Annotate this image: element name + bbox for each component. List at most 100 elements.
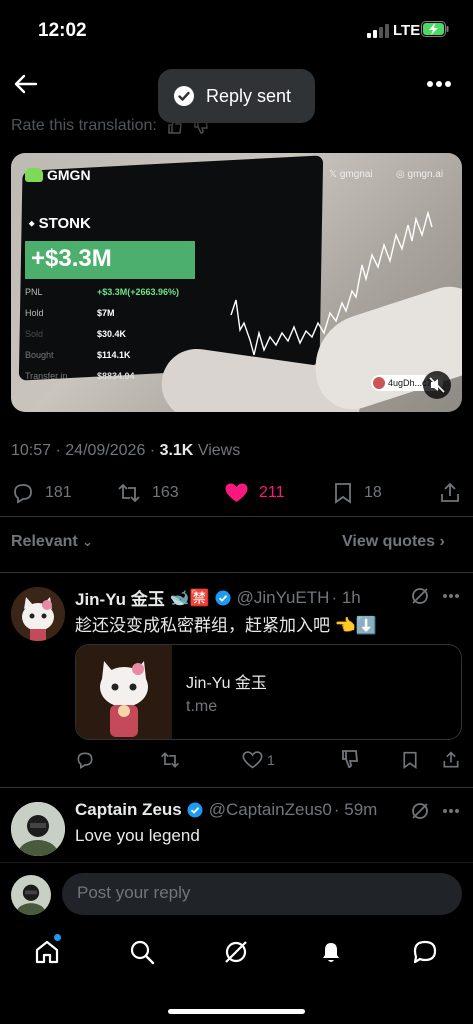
signal-icon [367,24,389,38]
stat-key: Bought [25,350,54,360]
divider [0,516,473,517]
author-name: Jin-Yu 金玉 [75,590,165,609]
status-bar: 12:02 LTE [0,0,473,60]
grok-icon[interactable] [410,586,430,606]
reply-sent-toast: Reply sent [158,69,315,123]
link-title: Jin-Yu 金玉 [186,675,267,692]
check-circle-icon [174,86,194,106]
repost-button[interactable]: 163 [116,478,179,508]
stat-row: PNL +$3.3M(+2663.96%) [25,287,179,308]
x-handle: 𝕏 gmgnai [329,169,373,180]
share-button[interactable] [438,478,472,508]
frog-icon [25,168,43,182]
reply-button[interactable]: 181 [11,478,72,508]
network-label: LTE [393,22,421,39]
like-button[interactable]: 211 [224,478,285,508]
notification-dot [54,934,61,941]
search-icon[interactable] [128,938,156,966]
views-button[interactable] [341,750,361,770]
views-count: 3.1K [159,442,194,459]
stat-value: +$3.3M(+2663.96%) [97,287,180,297]
reply-text: 趁还没变成私密群组，赶紧加入吧 👈⬇️ [75,616,378,635]
pnl-card: GMGN 𝕏 gmgnai ◎ gmgn.ai ⬩ STONK +$3.3M P… [11,153,462,412]
stat-key: Transfer in [25,371,68,381]
like-button[interactable]: 1 [242,750,275,770]
share-icon [443,751,459,768]
more-options-icon[interactable] [442,593,460,599]
grok-icon[interactable] [222,938,250,966]
my-avatar[interactable] [11,875,51,915]
repost-icon [118,483,140,503]
reply-composer: Post your reply [0,862,473,922]
site-link: ◎ gmgn.ai [396,169,444,180]
view-quotes-label: View quotes [342,533,436,550]
messages-icon[interactable] [411,938,439,966]
share-button[interactable] [441,750,461,770]
zeus-avatar-image [11,802,65,856]
sort-label: Relevant [11,533,78,550]
price-chart [230,210,433,356]
stat-value: $7M [97,308,115,318]
reply-time: 59m [344,800,378,819]
battery-charging-icon [421,21,449,37]
cat-avatar-image [11,587,65,641]
verified-badge-icon [215,590,231,605]
like-count: 211 [259,484,285,501]
repost-icon [161,752,179,768]
repost-count: 163 [152,484,179,501]
author-handle: @CaptainZeus0 [208,800,332,819]
post-media[interactable]: GMGN 𝕏 gmgnai ◎ gmgn.ai ⬩ STONK +$3.3M P… [11,153,462,412]
home-icon[interactable] [33,938,61,966]
stat-key: Sold [25,329,44,339]
author-name: Captain Zeus [75,800,182,819]
avatar[interactable] [11,802,65,856]
chevron-down-icon: ⌄ [82,534,94,549]
repost-button[interactable] [159,750,181,770]
bookmark-button[interactable] [401,750,419,770]
cat-thumbnail-image [76,645,172,739]
pnl-amount: +$3.3M [25,241,195,279]
verified-badge-icon [187,802,203,818]
heart-icon [242,751,263,769]
brand-label: GMGN [47,167,91,183]
stat-key: PNL [25,287,43,297]
view-quotes-link[interactable]: View quotes › [342,533,445,551]
more-options-icon[interactable] [442,808,460,814]
reply-button[interactable] [75,750,95,770]
toast-label: Reply sent [206,85,292,106]
gmgn-logo: GMGN [25,167,91,183]
stat-key: Hold [25,308,44,318]
bookmark-count: 18 [364,484,382,501]
site-text: gmgn.ai [407,169,444,180]
bookmark-button[interactable]: 18 [332,478,382,508]
reply-author[interactable]: Jin-Yu 金玉 🐋🈲 @JinYuETH · 1h [75,585,361,610]
bookmark-icon [335,483,351,504]
more-options-icon[interactable] [426,80,452,88]
home-indicator [168,1009,305,1014]
like-count: 1 [267,752,275,768]
heart-filled-icon [225,483,248,502]
sort-replies-dropdown[interactable]: Relevant ⌄ [11,533,93,551]
grok-icon[interactable] [410,801,430,821]
reply-author[interactable]: Captain Zeus @CaptainZeus0 · 59m [75,800,377,820]
pnl-stats: PNL +$3.3M(+2663.96%) Hold $7M Sold $30.4K … [25,287,179,392]
stat-row: Transfer in $8834.04 [25,371,179,392]
reply-input[interactable]: Post your reply [62,873,462,915]
reply-time: 1h [341,587,361,607]
name-emoji: 🐋🈲 [169,589,210,607]
my-avatar-image [11,875,51,915]
divider [0,787,473,788]
link-preview-card[interactable]: Jin-Yu 金玉 t.me [75,644,462,740]
post-timestamp: 10:57 · 24/09/2026 · 3.1K Views [11,442,241,459]
back-arrow-icon[interactable] [12,70,40,98]
post-time: 10:57 [11,442,52,459]
divider [0,572,473,573]
stat-value: $8834.04 [97,371,135,381]
bottom-nav [0,924,473,1024]
share-icon [441,482,459,502]
mute-icon[interactable] [423,371,451,399]
post-date: 24/09/2026 [65,442,146,459]
bell-icon[interactable] [317,938,345,966]
reply-icon [77,752,93,769]
avatar[interactable] [11,587,65,641]
